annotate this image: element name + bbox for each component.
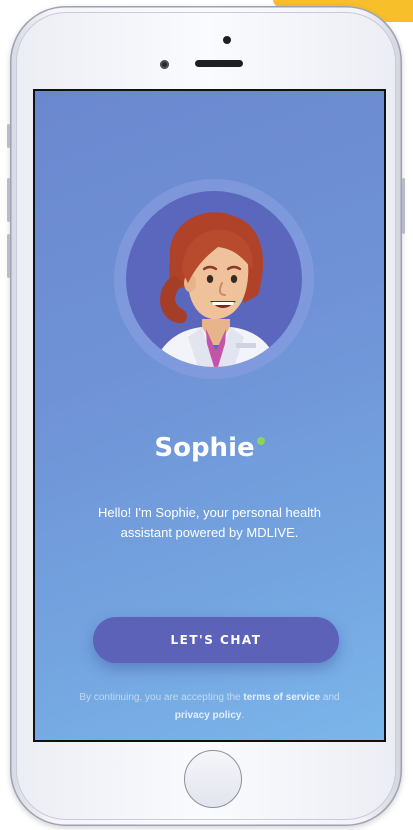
lets-chat-button[interactable]: LET'S CHAT	[93, 617, 339, 663]
assistant-intro: Hello! I'm Sophie, your personal health …	[75, 503, 344, 543]
intro-line-2: assistant powered by MDLIVE.	[120, 525, 299, 540]
phone-home-button[interactable]	[184, 750, 242, 808]
legal-and: and	[322, 692, 340, 703]
phone-mute-switch	[7, 124, 10, 148]
terms-of-service-link[interactable]: terms of service	[243, 692, 320, 703]
legal-prefix: By continuing, you are accepting the	[79, 692, 241, 703]
front-camera-icon	[160, 60, 169, 69]
phone-power-button	[402, 178, 405, 234]
intro-line-1: Hello! I'm Sophie, your personal health	[98, 505, 321, 520]
doctor-avatar-icon	[154, 212, 278, 367]
privacy-policy-link[interactable]: privacy policy	[175, 710, 242, 721]
online-status-dot-icon	[256, 437, 265, 445]
legal-suffix: .	[241, 710, 245, 721]
assistant-name: Sophie	[154, 433, 255, 463]
assistant-name-row: Sophie	[35, 433, 384, 463]
legal-notice: By continuing, you are accepting the ter…	[75, 689, 344, 725]
app-screen: Sophie Hello! I'm Sophie, your personal …	[33, 89, 386, 742]
phone-volume-down	[7, 234, 10, 278]
earpiece-speaker	[195, 60, 243, 67]
phone-volume-up	[7, 178, 10, 222]
avatar	[126, 191, 302, 367]
proximity-sensor	[223, 36, 231, 44]
